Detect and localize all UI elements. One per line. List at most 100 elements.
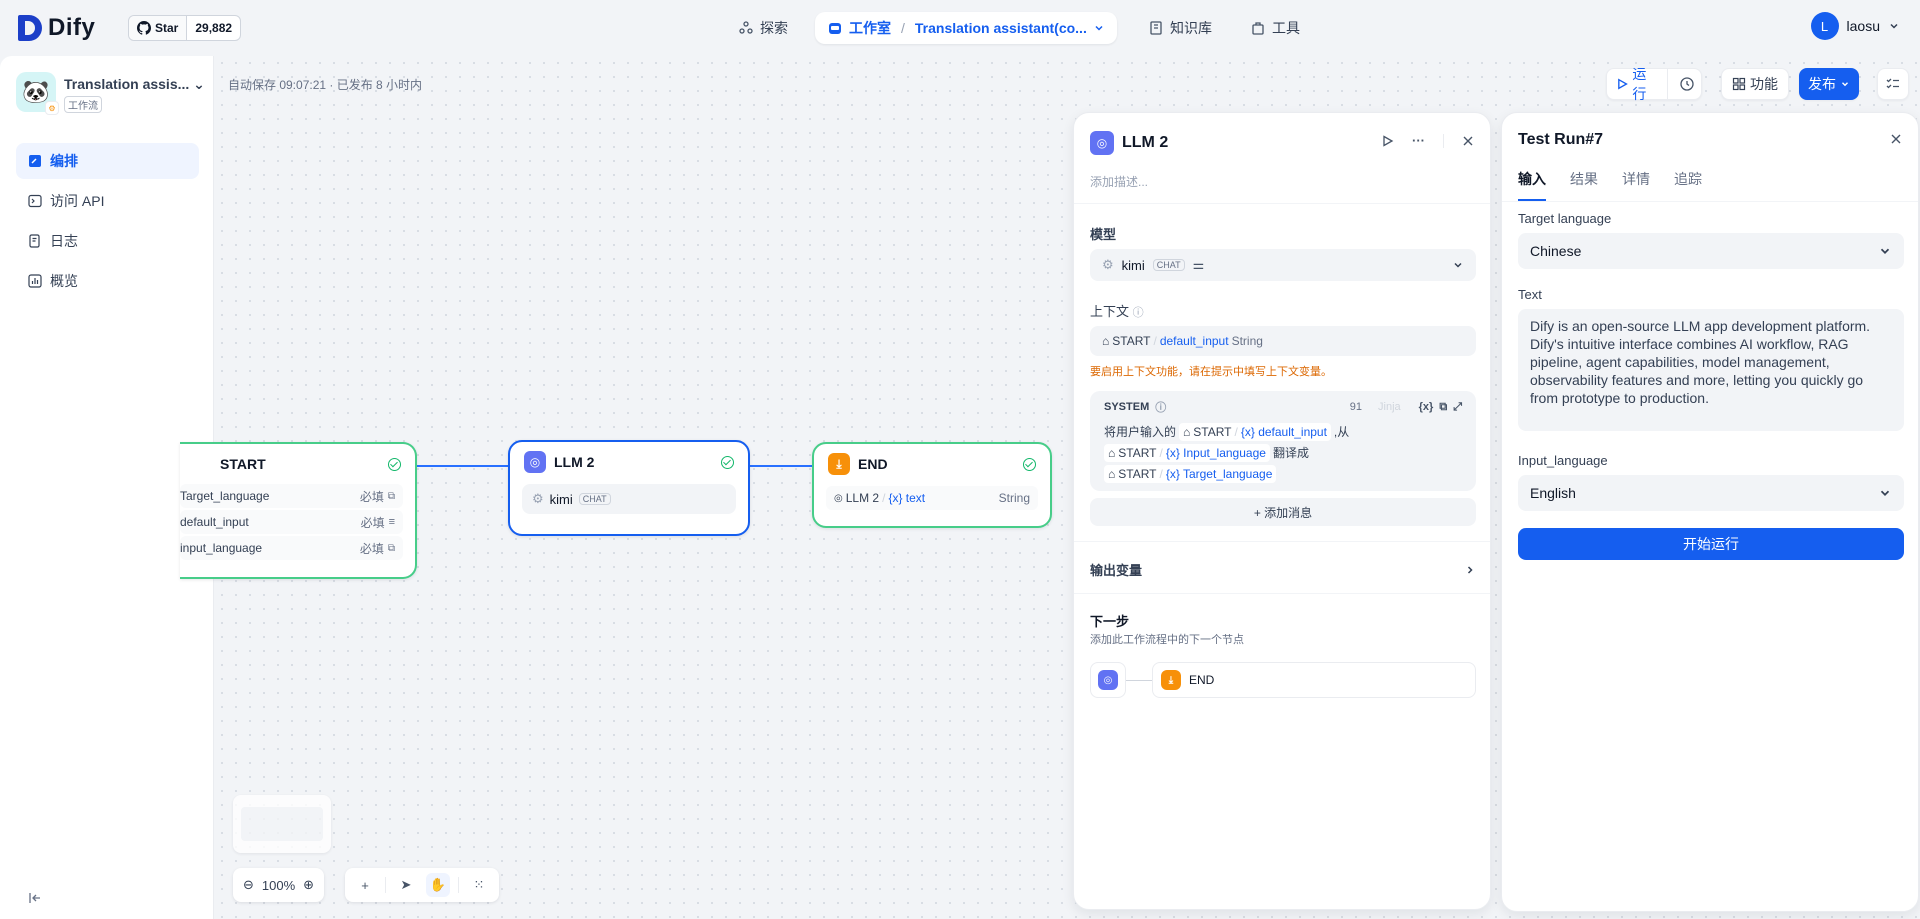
- node-llm-title: LLM 2: [554, 454, 595, 470]
- user-name: laosu: [1846, 18, 1880, 34]
- chevron-down-icon: [1890, 23, 1898, 29]
- model-selector[interactable]: ⚙ kimi CHAT ⚌: [1090, 249, 1476, 281]
- top-bar: Dify Star 29,882 探索 工作室 / Translation as…: [0, 0, 1920, 56]
- publish-button[interactable]: 发布: [1799, 68, 1859, 100]
- var-chip: ⌂ START / {x} Target_language: [1104, 464, 1277, 483]
- model-provider-icon: ⚙: [1102, 257, 1114, 272]
- home-icon: ⌂: [1108, 445, 1116, 460]
- expand-icon[interactable]: ⤢: [1453, 401, 1462, 414]
- sidebar-item-api[interactable]: 访问 API: [16, 183, 199, 219]
- nav-knowledge[interactable]: 知识库: [1148, 12, 1212, 44]
- var-name: Target_language: [180, 489, 270, 503]
- chevron-down-icon: ⌄: [193, 76, 205, 92]
- nav-tools-label: 工具: [1272, 20, 1300, 36]
- organize-icon[interactable]: ⁙: [467, 873, 491, 897]
- output-variables-row[interactable]: 输出变量: [1090, 560, 1476, 579]
- tool-icon: [1252, 22, 1264, 35]
- chevron-right-icon: [1467, 565, 1473, 574]
- run-node-icon[interactable]: [1380, 134, 1394, 148]
- tab-result[interactable]: 结果: [1570, 169, 1598, 201]
- run-group: 运行: [1606, 66, 1702, 102]
- tab-trace[interactable]: 追踪: [1674, 169, 1702, 201]
- zoom-out-icon[interactable]: ⊖: [243, 877, 254, 893]
- output-vars-label: 输出变量: [1090, 563, 1143, 578]
- context-var: default_input: [1159, 334, 1229, 348]
- next-step-desc: 添加此工作流程中的下一个节点: [1090, 634, 1244, 646]
- node-start[interactable]: START Target_language 必填 ⧉ default_input…: [180, 442, 417, 579]
- sidebar-menu: 编排 访问 API 日志 概览: [16, 143, 199, 303]
- github-icon: [137, 21, 151, 35]
- current-app-name[interactable]: Translation assistant(co...: [915, 20, 1087, 36]
- next-node-end[interactable]: ⤓ END: [1152, 662, 1476, 698]
- chevron-down-icon: [1454, 262, 1462, 268]
- sidebar-item-logs[interactable]: 日志: [16, 223, 199, 259]
- copy-icon[interactable]: ⧉: [1439, 401, 1447, 414]
- dify-logo[interactable]: Dify: [18, 14, 95, 42]
- start-run-button[interactable]: 开始运行: [1518, 528, 1904, 560]
- play-icon: [1618, 78, 1628, 90]
- nav-explore[interactable]: 探索: [738, 12, 788, 44]
- model-params-icon[interactable]: ⚌: [1193, 257, 1205, 273]
- run-label: 运行: [1632, 66, 1647, 102]
- system-prompt-editor[interactable]: SYSTEM ⓘ 91 Jinja {x} ⧉ ⤢ 将用户输入的 ⌂ START /…: [1090, 391, 1476, 491]
- hand-icon[interactable]: ✋: [426, 873, 450, 897]
- features-button[interactable]: 功能: [1721, 68, 1789, 100]
- text-input[interactable]: Dify is an open-source LLM app developme…: [1518, 309, 1904, 431]
- end-node-icon: ⤓: [1161, 670, 1181, 690]
- node-llm[interactable]: ◎ LLM 2 ⚙ kimi CHAT: [508, 440, 750, 536]
- add-message-button[interactable]: + 添加消息: [1090, 498, 1476, 526]
- test-run-panel: Test Run#7 输入 结果 详情 追踪 Target language C…: [1501, 112, 1919, 912]
- zoom-level[interactable]: 100%: [262, 878, 295, 893]
- minimap[interactable]: [233, 795, 331, 853]
- tab-input[interactable]: 输入: [1518, 169, 1546, 201]
- close-icon[interactable]: [1890, 133, 1902, 145]
- panel-title[interactable]: LLM 2: [1122, 134, 1168, 152]
- checklist-button[interactable]: [1877, 68, 1909, 100]
- context-variable-selector[interactable]: ⌂ START / default_input String: [1090, 326, 1476, 356]
- user-menu[interactable]: L laosu: [1810, 12, 1900, 40]
- pointer-icon[interactable]: ➤: [394, 873, 418, 897]
- more-icon[interactable]: ···: [1412, 133, 1425, 148]
- required-label: 必填: [359, 541, 384, 556]
- tab-detail[interactable]: 详情: [1622, 169, 1650, 201]
- current-node-icon: ◎: [1090, 662, 1126, 698]
- end-node-icon: ⤓: [828, 453, 850, 475]
- test-run-tabs: 输入 结果 详情 追踪: [1518, 169, 1702, 201]
- add-node-icon[interactable]: +: [353, 873, 377, 897]
- model-provider-icon: ⚙: [532, 491, 544, 506]
- nav-tools[interactable]: 工具: [1250, 12, 1300, 44]
- sidebar-item-overview[interactable]: 概览: [16, 263, 199, 299]
- node-end[interactable]: ⤓ END ◎ LLM 2 / {x} text String: [812, 442, 1052, 528]
- run-button[interactable]: 运行: [1607, 66, 1669, 102]
- run-history-button[interactable]: [1672, 76, 1701, 92]
- success-check-icon: [388, 457, 401, 471]
- var-chip: ⌂ START / {x} Input_language: [1104, 443, 1270, 462]
- input-language-select[interactable]: English: [1518, 475, 1904, 511]
- app-header[interactable]: 🐼 ⚙ Translation assis... ⌄ 工作流: [16, 72, 205, 115]
- llm-node-icon: ◎: [1090, 131, 1114, 155]
- edge-llm-end[interactable]: [750, 465, 812, 467]
- home-icon: ⌂: [1183, 424, 1191, 439]
- sidebar-item-orchestrate[interactable]: 编排: [16, 143, 199, 179]
- app-type-badge: 工作流: [64, 96, 102, 113]
- divider: [1502, 201, 1918, 202]
- input-language-label: Input_language: [1518, 453, 1608, 468]
- star-label: Star: [155, 21, 179, 35]
- nav-studio-label: 工作室: [849, 20, 891, 36]
- collapse-sidebar-icon[interactable]: [28, 891, 42, 905]
- prompt-text: 翻译成: [1272, 446, 1309, 460]
- close-icon[interactable]: [1462, 135, 1474, 147]
- nav-studio[interactable]: 工作室 / Translation assistant(co...: [815, 12, 1117, 44]
- edge-start-llm[interactable]: [417, 465, 508, 467]
- github-star-button[interactable]: Star 29,882: [128, 15, 242, 41]
- features-label: 功能: [1750, 76, 1778, 92]
- zoom-in-icon[interactable]: ⊕: [303, 877, 314, 893]
- description-input[interactable]: 添加描述...: [1090, 173, 1148, 190]
- variable-icon[interactable]: {x}: [1419, 401, 1434, 413]
- output-source: LLM 2: [845, 491, 880, 505]
- terminal-icon: [28, 194, 42, 208]
- target-language-select[interactable]: Chinese: [1518, 233, 1904, 269]
- jinja-toggle[interactable]: Jinja: [1378, 401, 1401, 413]
- next-node-label: END: [1189, 673, 1215, 687]
- dify-logo-mark: [18, 15, 42, 41]
